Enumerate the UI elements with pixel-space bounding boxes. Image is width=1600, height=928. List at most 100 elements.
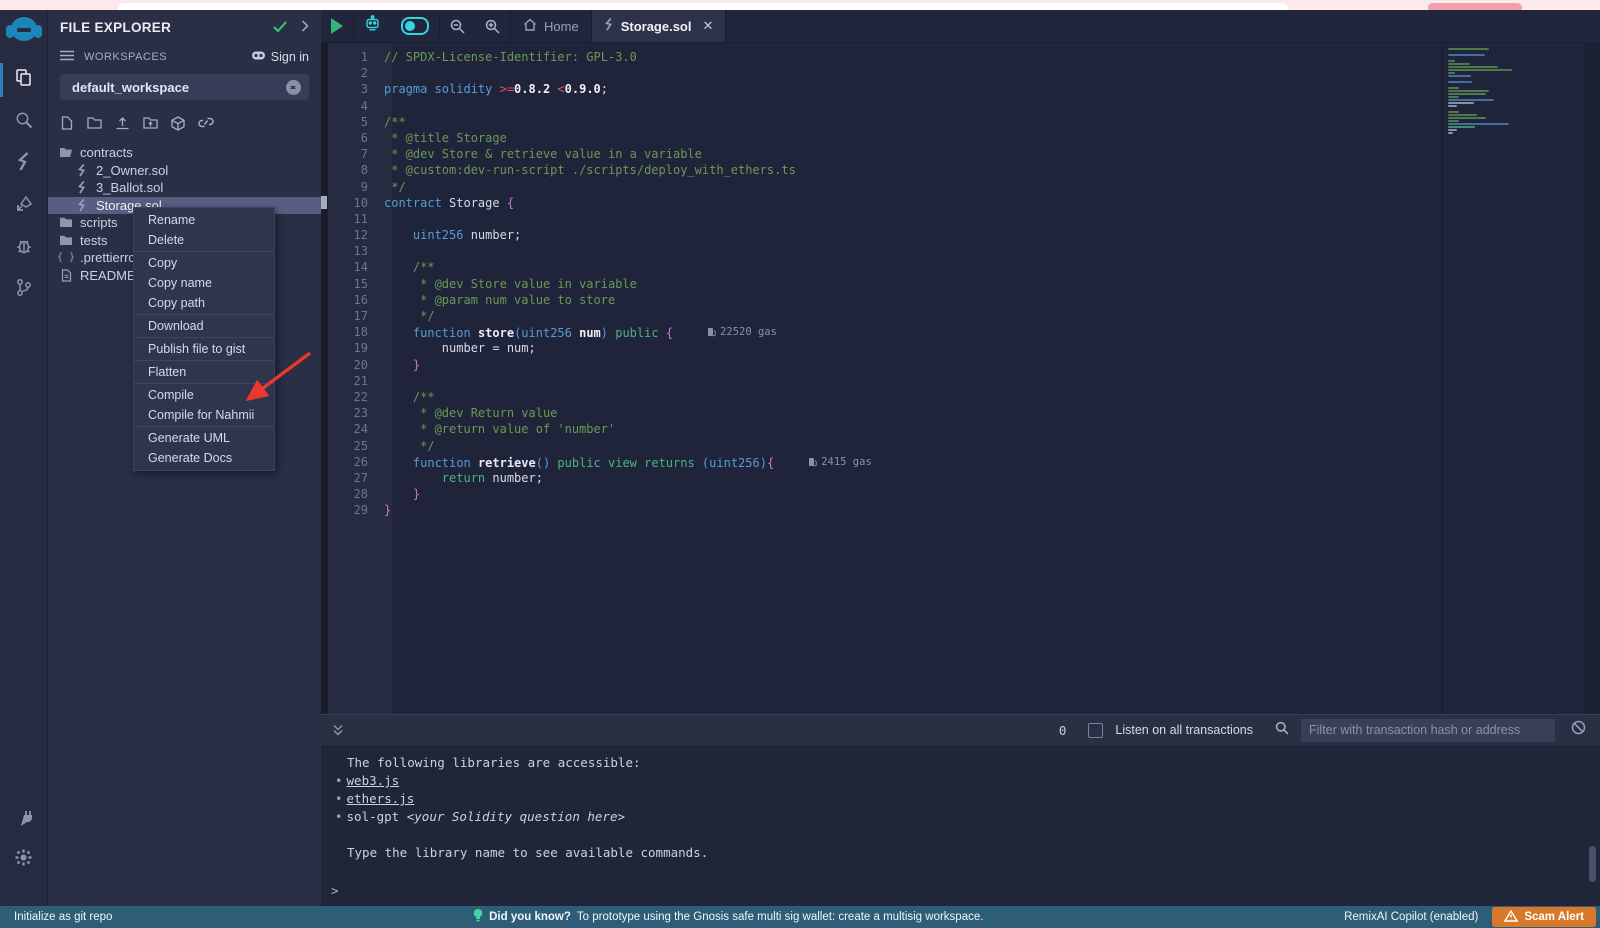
- code-line: 26 function retrieve() public view retur…: [328, 454, 1448, 470]
- menu-item-compile-for-nahmii[interactable]: Compile for Nahmii: [134, 405, 274, 425]
- new-folder-icon[interactable]: [87, 116, 102, 134]
- panel-title: FILE EXPLORER: [60, 20, 273, 35]
- gutter-marker: [321, 196, 327, 209]
- tree-item-label: 3_Ballot.sol: [96, 180, 163, 195]
- debugger-icon: [15, 237, 33, 260]
- workspaces-row: WORKSPACES Sign in: [48, 39, 321, 68]
- code-line: 18 function store(uint256 num) public {2…: [328, 324, 1448, 340]
- code-line: 9 */: [328, 179, 1448, 195]
- rail-item-debugger[interactable]: [0, 228, 47, 268]
- editor-tabbar: HomeStorage.sol✕: [321, 10, 1600, 43]
- terminal-prompt[interactable]: >: [331, 883, 339, 898]
- code-line: 29}: [328, 502, 1448, 518]
- close-tab-icon[interactable]: ✕: [702, 18, 713, 34]
- rail-item-file-explorer[interactable]: [0, 60, 47, 100]
- rail-item-solidity-compiler[interactable]: [0, 144, 47, 184]
- upload-folder-icon[interactable]: [143, 116, 158, 134]
- clear-console-icon[interactable]: [1571, 720, 1586, 740]
- code-line: 24 * @return value of 'number': [328, 421, 1448, 437]
- transaction-count-badge: 0: [1059, 723, 1067, 738]
- code-editor[interactable]: 1// SPDX-License-Identifier: GPL-3.023pr…: [321, 43, 1600, 714]
- collapse-terminal-icon[interactable]: [331, 723, 345, 737]
- menu-item-delete[interactable]: Delete: [134, 230, 274, 250]
- terminal-header: 0 Listen on all transactions: [321, 714, 1600, 745]
- code-line: 3pragma solidity >=0.8.2 <0.9.0;: [328, 81, 1448, 97]
- tree-item-3-ballot-sol[interactable]: 3_Ballot.sol: [48, 179, 321, 197]
- file-context-menu: RenameDelete CopyCopy nameCopy path Downlo…: [133, 207, 275, 471]
- menu-item-copy-name[interactable]: Copy name: [134, 273, 274, 293]
- tab-home[interactable]: Home: [510, 10, 592, 42]
- code-line: 10contract Storage {: [328, 195, 1448, 211]
- rail-item-deploy-and-run[interactable]: [0, 186, 47, 226]
- code-line: 17 */: [328, 308, 1448, 324]
- scam-alert-button[interactable]: Scam Alert: [1492, 907, 1596, 927]
- copilot-toggle[interactable]: [391, 10, 439, 42]
- git-init-button[interactable]: Initialize as git repo: [0, 911, 112, 923]
- check-icon[interactable]: [273, 20, 287, 35]
- home-icon: [523, 18, 537, 34]
- menu-item-copy[interactable]: Copy: [134, 253, 274, 273]
- chevron-right-icon[interactable]: [301, 19, 309, 35]
- zoom-out-button[interactable]: [440, 10, 475, 42]
- remix-logo-icon[interactable]: [7, 16, 41, 46]
- editor-minimap[interactable]: [1442, 43, 1560, 714]
- github-icon: [251, 49, 266, 64]
- panel-resize-handle[interactable]: [321, 43, 328, 714]
- sol-icon: [74, 181, 90, 194]
- code-line: 11: [328, 211, 1448, 227]
- play-icon: [331, 18, 343, 34]
- workspace-name: default_workspace: [72, 80, 286, 95]
- menu-item-copy-path[interactable]: Copy path: [134, 293, 274, 313]
- listen-all-transactions-checkbox[interactable]: [1088, 723, 1103, 738]
- ai-copilot-button[interactable]: [354, 10, 391, 42]
- new-file-icon[interactable]: [60, 116, 74, 134]
- terminal[interactable]: The following libraries are accessible:•…: [321, 745, 1600, 906]
- cube-icon[interactable]: [171, 116, 185, 134]
- code-content[interactable]: 1// SPDX-License-Identifier: GPL-3.023pr…: [328, 49, 1448, 518]
- code-line: 12 uint256 number;: [328, 227, 1448, 243]
- tab-storage-sol[interactable]: Storage.sol✕: [592, 10, 727, 42]
- sign-in-button[interactable]: Sign in: [251, 49, 309, 64]
- rail-item-settings[interactable]: [0, 840, 47, 880]
- terminal-link[interactable]: ethers.js: [347, 791, 415, 806]
- terminal-line: •web3.js: [321, 772, 1600, 790]
- tree-item-label: contracts: [80, 145, 133, 160]
- settings-icon: [15, 849, 32, 871]
- transaction-filter-input[interactable]: [1301, 719, 1555, 742]
- menu-item-generate-docs[interactable]: Generate Docs: [134, 448, 274, 468]
- hamburger-icon[interactable]: [60, 49, 74, 64]
- listen-label: Listen on all transactions: [1115, 723, 1253, 737]
- remix-ide-screen: FILE EXPLORER WORKSPACES Sign in: [0, 0, 1600, 928]
- terminal-scrollbar[interactable]: [1589, 846, 1596, 882]
- rail-item-search[interactable]: [0, 102, 47, 142]
- menu-item-generate-uml[interactable]: Generate UML: [134, 428, 274, 448]
- code-line: 28 }: [328, 486, 1448, 502]
- gas-estimate: 2415 gas: [808, 454, 872, 470]
- code-line: 5/**: [328, 114, 1448, 130]
- code-line: 2: [328, 65, 1448, 81]
- status-bar: Initialize as git repo Did you know? To …: [0, 906, 1600, 928]
- upload-file-icon[interactable]: [115, 116, 130, 134]
- terminal-link[interactable]: web3.js: [347, 773, 400, 788]
- run-script-button[interactable]: [321, 10, 353, 42]
- copilot-status[interactable]: RemixAI Copilot (enabled): [1344, 911, 1478, 923]
- browser-chrome-sliver: [0, 0, 1600, 10]
- editor-column: HomeStorage.sol✕ 1// SPDX-License-Identi…: [321, 10, 1600, 906]
- code-line: 8 * @custom:dev-run-script ./scripts/dep…: [328, 162, 1448, 178]
- solidity-icon: [604, 18, 614, 34]
- search-icon[interactable]: [1275, 721, 1289, 740]
- zoom-in-button[interactable]: [475, 10, 510, 42]
- tree-item-contracts[interactable]: contracts: [48, 144, 321, 162]
- lightbulb-icon: [473, 909, 483, 925]
- code-line: 4: [328, 98, 1448, 114]
- menu-item-download[interactable]: Download: [134, 316, 274, 336]
- workspace-select[interactable]: default_workspace: [60, 74, 309, 100]
- code-line: 16 * @param num value to store: [328, 292, 1448, 308]
- rail-item-git[interactable]: [0, 270, 47, 310]
- tree-item-label: tests: [80, 233, 107, 248]
- tree-item-2-owner-sol[interactable]: 2_Owner.sol: [48, 162, 321, 180]
- link-icon[interactable]: [198, 116, 214, 134]
- rail-item-plugin-manager[interactable]: [0, 800, 47, 840]
- sol-icon: [74, 164, 90, 177]
- menu-item-rename[interactable]: Rename: [134, 210, 274, 230]
